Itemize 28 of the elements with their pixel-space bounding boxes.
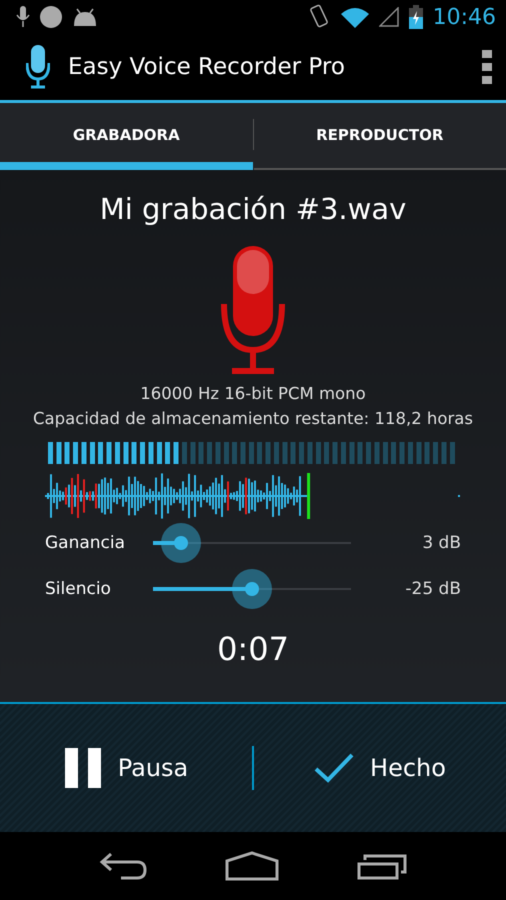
battery-icon xyxy=(408,5,423,29)
storage-info: Capacidad de almacenamiento restante: 118,2 horas xyxy=(33,409,473,428)
elapsed-time: 0:07 xyxy=(217,630,289,668)
slider-thumb[interactable] xyxy=(160,523,201,563)
robot-icon xyxy=(72,8,98,26)
clock-time: 10:46 xyxy=(432,4,496,30)
checkmark-icon xyxy=(314,753,354,783)
microphone-icon[interactable] xyxy=(26,45,50,89)
microphone-icon xyxy=(16,6,30,28)
vibrate-icon xyxy=(308,4,331,30)
menu-icon[interactable] xyxy=(482,50,492,84)
signal-icon xyxy=(378,7,399,27)
slider-label: Ganancia xyxy=(45,533,126,553)
pause-button[interactable]: Pausa xyxy=(0,733,252,803)
slider-label: Silencio xyxy=(45,579,112,599)
slider-reading: 3 dB xyxy=(421,533,461,553)
recent-apps-icon[interactable] xyxy=(357,852,407,880)
circle-icon xyxy=(40,6,62,28)
slider-reading: -25 dB xyxy=(404,579,461,599)
pause-icon xyxy=(64,747,102,789)
slider-thumb[interactable] xyxy=(232,569,272,609)
wifi-icon xyxy=(340,6,369,28)
back-icon[interactable] xyxy=(99,852,147,880)
done-button[interactable]: Hecho xyxy=(254,733,506,803)
app-title: Easy Voice Recorder Pro xyxy=(68,54,346,80)
audio-format: 16000 Hz 16-bit PCM mono xyxy=(140,384,366,403)
home-icon[interactable] xyxy=(225,851,279,881)
file-name: Mi grabación #3.wav xyxy=(100,192,406,226)
